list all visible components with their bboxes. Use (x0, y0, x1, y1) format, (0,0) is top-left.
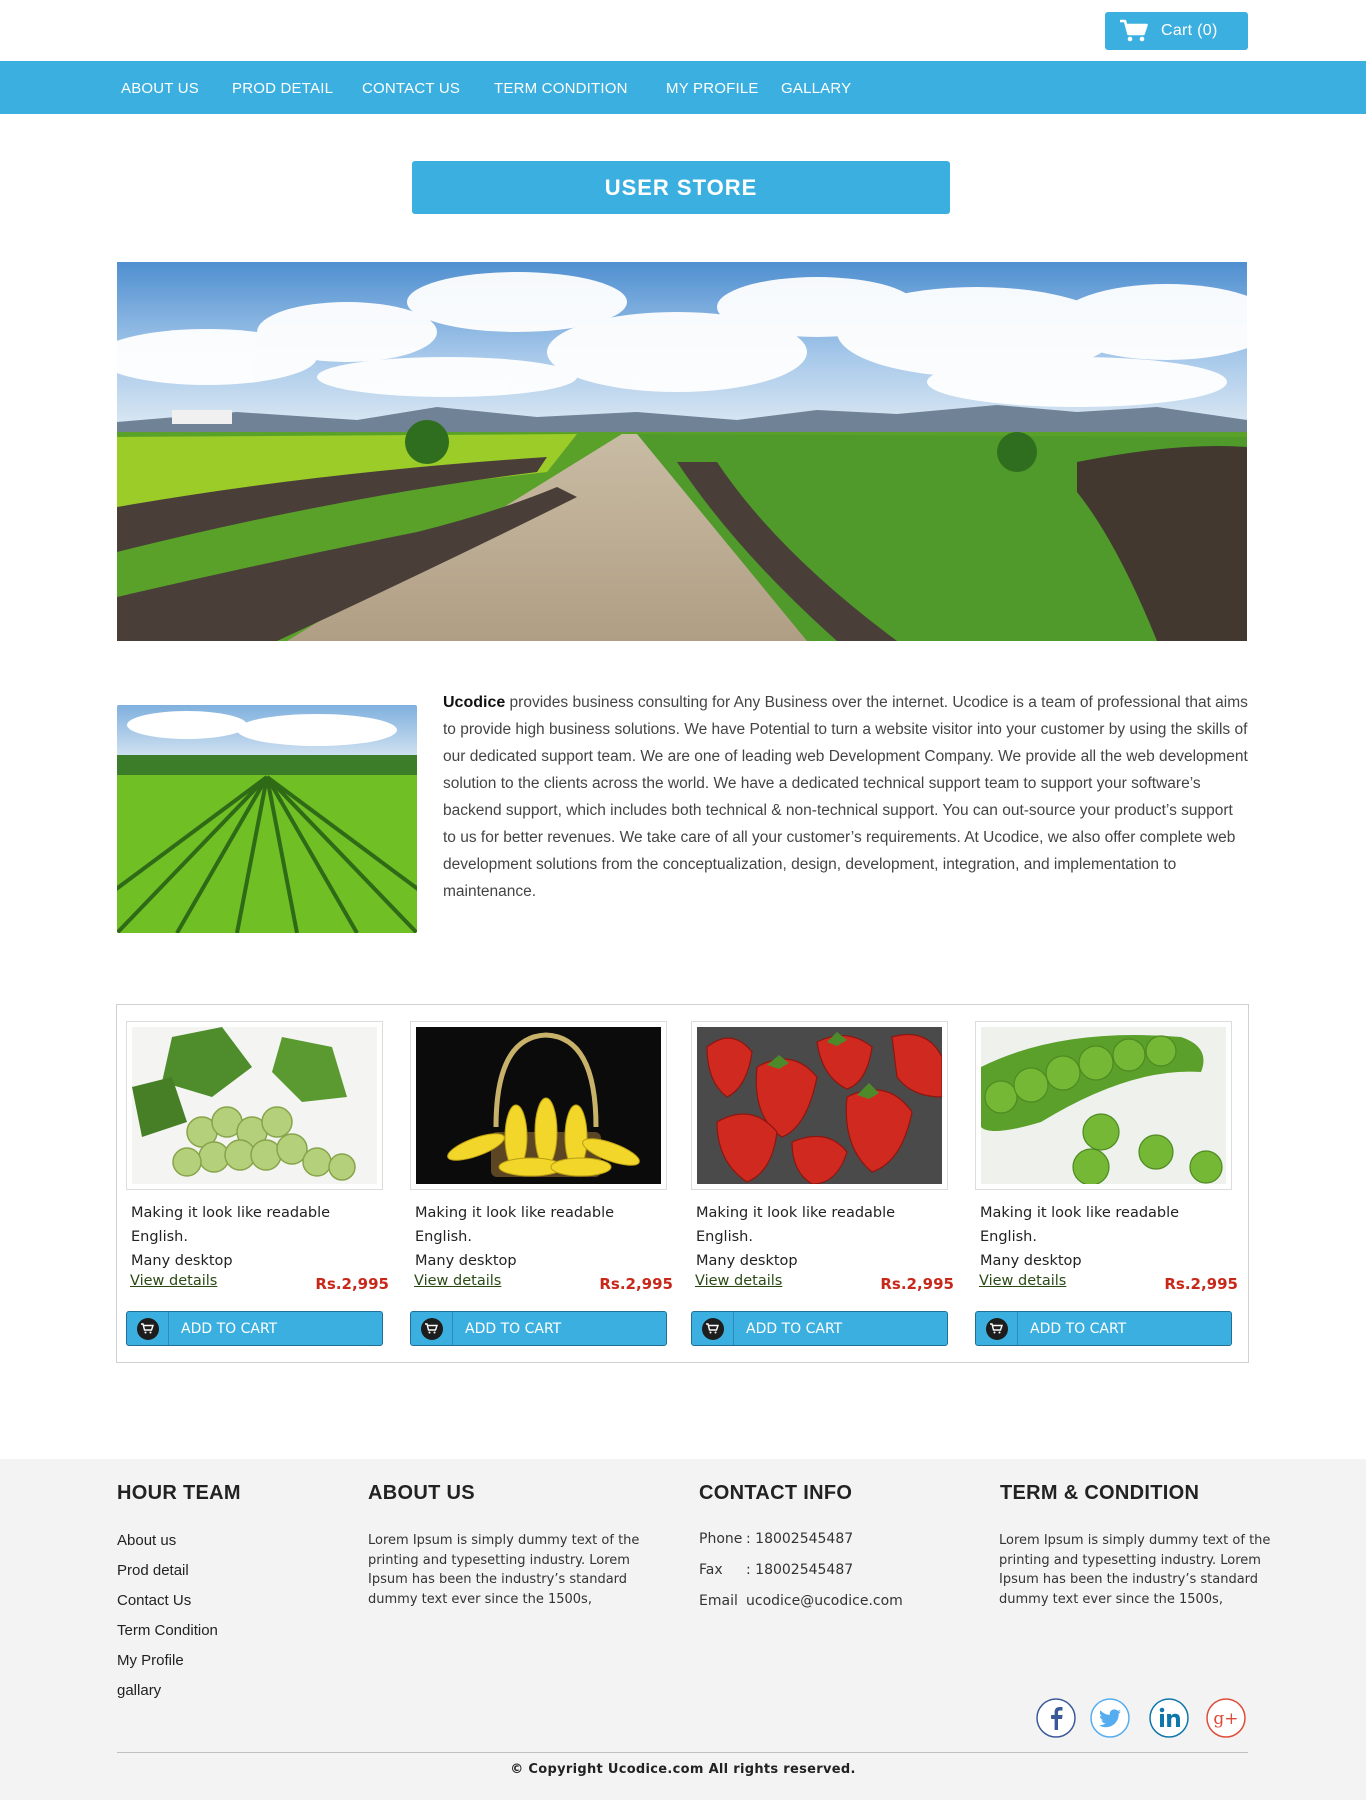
google-plus-icon[interactable]: g+ (1206, 1698, 1246, 1738)
about-body: provides business consulting for Any Bus… (443, 694, 1248, 900)
copyright-text: © Copyright Ucodice.com All rights reser… (510, 1762, 856, 1777)
product-desc-line: Making it look like readable English. (980, 1205, 1180, 1245)
product-card: Making it look like readable English. Ma… (975, 1021, 1238, 1346)
contact-fax: Fax : 18002545487 (699, 1562, 853, 1578)
about-brand: Ucodice (443, 694, 506, 711)
product-grid: Making it look like readable English. Ma… (116, 1004, 1249, 1363)
product-desc-line: Making it look like readable English. (131, 1205, 331, 1245)
footer-terms-text: Lorem Ipsum is simply dummy text of the … (999, 1533, 1271, 1607)
nav-contact-us[interactable]: CONTACT US (362, 61, 460, 114)
product-price: Rs.2,995 (315, 1275, 389, 1293)
phone-value: : 18002545487 (746, 1531, 854, 1547)
footer-link-term-condition[interactable]: Term Condition (117, 1622, 218, 1639)
footer-link-about-us[interactable]: About us (117, 1532, 176, 1549)
contact-email: Email ucodice@ucodice.com (699, 1593, 903, 1609)
nav-prod-detail[interactable]: PROD DETAIL (232, 61, 333, 114)
cart-circle-icon (136, 1317, 159, 1340)
footer-link-gallary[interactable]: gallary (117, 1682, 161, 1699)
fax-value: : 18002545487 (746, 1562, 854, 1578)
fax-label: Fax (699, 1562, 723, 1578)
cart-circle-icon (701, 1317, 724, 1340)
add-to-cart-button[interactable]: ADD TO CART (975, 1311, 1232, 1346)
view-details-link[interactable]: View details (979, 1273, 1066, 1289)
linkedin-icon[interactable] (1149, 1698, 1189, 1738)
facebook-icon[interactable] (1036, 1698, 1076, 1738)
add-to-cart-button[interactable]: ADD TO CART (691, 1311, 948, 1346)
nav-my-profile[interactable]: MY PROFILE (666, 61, 759, 114)
phone-label: Phone (699, 1531, 743, 1547)
add-to-cart-label: ADD TO CART (465, 1320, 562, 1337)
hero-banner-image (117, 262, 1247, 641)
product-desc-line: Making it look like readable English. (415, 1205, 615, 1245)
product-price: Rs.2,995 (880, 1275, 954, 1293)
nav-term-condition[interactable]: TERM CONDITION (494, 61, 628, 114)
footer-about-text: Lorem Ipsum is simply dummy text of the … (368, 1533, 640, 1607)
footer-link-prod-detail[interactable]: Prod detail (117, 1562, 189, 1579)
product-image-green-peas[interactable] (975, 1021, 1232, 1190)
email-value[interactable]: ucodice@ucodice.com (746, 1593, 903, 1609)
product-card: Making it look like readable English. Ma… (126, 1021, 389, 1346)
view-details-link[interactable]: View details (695, 1273, 782, 1289)
store-title: USER STORE (412, 161, 950, 214)
product-card: Making it look like readable English. Ma… (410, 1021, 673, 1346)
add-to-cart-label: ADD TO CART (746, 1320, 843, 1337)
footer-team-title: HOUR TEAM (117, 1482, 241, 1504)
product-image-strawberries[interactable] (691, 1021, 948, 1190)
product-description: Making it look like readable English. Ma… (975, 1201, 1232, 1269)
product-description: Making it look like readable English. Ma… (410, 1201, 667, 1269)
add-to-cart-label: ADD TO CART (1030, 1320, 1127, 1337)
shopping-cart-icon (1120, 19, 1148, 42)
add-to-cart-button[interactable]: ADD TO CART (410, 1311, 667, 1346)
cart-label: Cart (0) (1161, 22, 1218, 39)
footer-about-title: ABOUT US (368, 1482, 475, 1504)
footer-terms-title: TERM & CONDITION (1000, 1482, 1200, 1504)
product-description: Making it look like readable English. Ma… (126, 1201, 383, 1269)
nav-gallary[interactable]: GALLARY (781, 61, 851, 114)
footer-link-my-profile[interactable]: My Profile (117, 1652, 184, 1669)
footer-link-contact-us[interactable]: Contact Us (117, 1592, 191, 1609)
add-to-cart-label: ADD TO CART (181, 1320, 278, 1337)
cart-button[interactable]: Cart (0) (1105, 12, 1248, 50)
main-nav: ABOUT US PROD DETAIL CONTACT US TERM CON… (0, 61, 1366, 114)
svg-text:g+: g+ (1213, 1709, 1238, 1729)
add-to-cart-button[interactable]: ADD TO CART (126, 1311, 383, 1346)
about-paragraph: Ucodice provides business consulting for… (443, 689, 1248, 905)
about-field-image (117, 705, 417, 933)
product-price: Rs.2,995 (599, 1275, 673, 1293)
email-label: Email (699, 1593, 738, 1609)
cart-circle-icon (985, 1317, 1008, 1340)
footer-divider (117, 1752, 1248, 1753)
cart-circle-icon (420, 1317, 443, 1340)
product-desc-line: Making it look like readable English. (696, 1205, 896, 1245)
view-details-link[interactable]: View details (414, 1273, 501, 1289)
contact-phone: Phone: 18002545487 (699, 1531, 853, 1547)
twitter-icon[interactable] (1090, 1698, 1130, 1738)
product-image-grapes[interactable] (126, 1021, 383, 1190)
nav-about-us[interactable]: ABOUT US (121, 61, 199, 114)
footer-contact-title: CONTACT INFO (699, 1482, 853, 1504)
view-details-link[interactable]: View details (130, 1273, 217, 1289)
product-image-corn-basket[interactable] (410, 1021, 667, 1190)
product-description: Making it look like readable English. Ma… (691, 1201, 948, 1269)
product-price: Rs.2,995 (1164, 1275, 1238, 1293)
top-bar: Cart (0) (0, 0, 1366, 61)
product-card: Making it look like readable English. Ma… (691, 1021, 954, 1346)
